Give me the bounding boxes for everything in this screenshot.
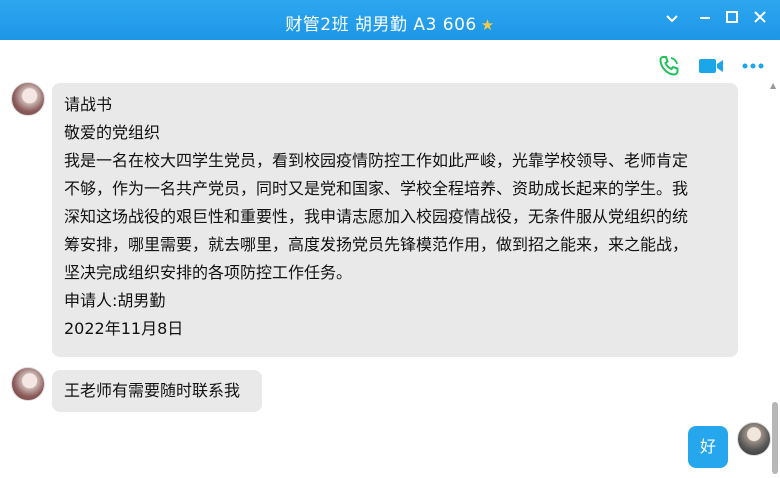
message-bubble: 请战书 敬爱的党组织 我是一名在校大四学生党员，看到校园疫情防控工作如此严峻，光… xyxy=(52,83,738,357)
message-line: 2022年11月8日 xyxy=(64,319,184,338)
message-line: 王老师有需要随时联系我 xyxy=(64,381,241,400)
message-line: 好 xyxy=(699,437,716,456)
minimize-icon[interactable] xyxy=(693,9,717,29)
message-bubble: 王老师有需要随时联系我 xyxy=(52,370,262,412)
avatar[interactable] xyxy=(11,82,45,116)
more-icon[interactable] xyxy=(740,53,766,79)
message-line: 坚决完成组织安排的各项防控工作任务。 xyxy=(64,263,353,282)
avatar-self[interactable] xyxy=(737,422,771,456)
video-call-icon[interactable] xyxy=(698,53,724,79)
title-bar: 财管2班 胡男勤 A3 606 ★ xyxy=(0,0,780,40)
maximize-icon[interactable] xyxy=(720,9,744,29)
message-line: 不够，作为一名共产党员，同时又是党和国家、学校全程培养、资助成长起来的学生。我 xyxy=(64,179,689,198)
message-line: 申请人:胡男勤 xyxy=(64,291,166,310)
avatar[interactable] xyxy=(11,367,45,401)
star-icon: ★ xyxy=(480,16,495,34)
scrollbar[interactable]: ▲ xyxy=(770,82,778,476)
message-bubble-self: 好 xyxy=(688,426,728,468)
message-line: 深知这场战役的艰巨性和重要性，我申请志愿加入校园疫情战役，无条件服从党组织的统 xyxy=(64,207,689,226)
chevron-down-icon[interactable] xyxy=(660,9,684,29)
message-line: 敬爱的党组织 xyxy=(64,123,161,142)
chat-title-text: 财管2班 胡男勤 A3 606 xyxy=(285,15,477,35)
message-line: 请战书 xyxy=(64,95,113,114)
chat-toolbar xyxy=(656,52,766,80)
close-icon[interactable] xyxy=(748,9,772,29)
phone-call-icon[interactable] xyxy=(656,53,682,79)
scroll-up-icon[interactable]: ▲ xyxy=(770,82,778,90)
message-line: 我是一名在校大四学生党员，看到校园疫情防控工作如此严峻，光靠学校领导、老师肯定 xyxy=(64,151,689,170)
scrollbar-thumb[interactable] xyxy=(772,402,778,474)
message-line: 筹安排，哪里需要，就去哪里，高度发扬党员先锋模范作用，做到招之能来，来之能战， xyxy=(64,235,689,254)
